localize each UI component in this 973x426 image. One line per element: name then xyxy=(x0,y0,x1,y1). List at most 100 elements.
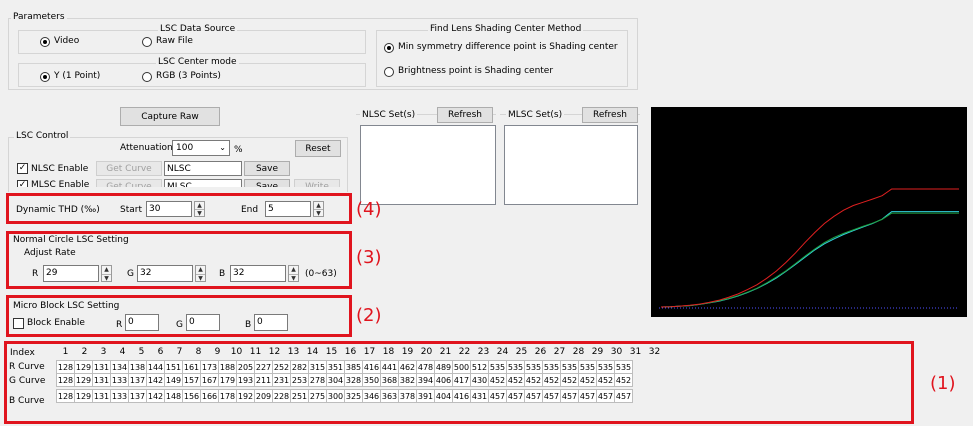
reset-button[interactable]: Reset xyxy=(295,140,341,157)
g-rate-spinner[interactable]: ▲ ▼ xyxy=(195,265,206,282)
nlsc-refresh-button[interactable]: Refresh xyxy=(437,107,493,123)
curve-value-cell[interactable]: 452 xyxy=(578,373,597,387)
micro-b-field[interactable]: 0 xyxy=(254,314,288,331)
nlsc-get-curve-button[interactable]: Get Curve xyxy=(96,161,162,176)
micro-r-field[interactable]: 0 xyxy=(125,314,159,331)
curve-value-cell[interactable]: 500 xyxy=(452,360,471,374)
nlsc-enable-checkbox[interactable]: ✓ xyxy=(17,163,28,174)
micro-g-field[interactable]: 0 xyxy=(186,314,220,331)
curve-value-cell[interactable]: 391 xyxy=(416,389,435,403)
curve-value-cell[interactable]: 149 xyxy=(164,373,183,387)
mlsc-save-button[interactable]: Save xyxy=(244,179,290,187)
curve-value-cell[interactable]: 535 xyxy=(578,360,597,374)
curve-value-cell[interactable]: 535 xyxy=(614,360,633,374)
curve-value-cell[interactable]: 385 xyxy=(344,360,363,374)
curve-value-cell[interactable]: 131 xyxy=(92,373,111,387)
b-rate-spinner[interactable]: ▲ ▼ xyxy=(288,265,299,282)
curve-value-cell[interactable]: 133 xyxy=(110,389,129,403)
raw-file-radio[interactable] xyxy=(142,37,152,47)
video-radio[interactable] xyxy=(40,37,50,47)
curve-value-cell[interactable]: 417 xyxy=(452,373,471,387)
curve-value-cell[interactable]: 452 xyxy=(488,373,507,387)
b-rate-field[interactable]: 32 xyxy=(230,265,286,282)
end-field[interactable]: 5 xyxy=(265,201,311,217)
curve-value-cell[interactable]: 430 xyxy=(470,373,489,387)
curve-value-cell[interactable]: 193 xyxy=(236,373,255,387)
capture-raw-button[interactable]: Capture Raw xyxy=(120,107,220,126)
mlsc-get-curve-button[interactable]: Get Curve xyxy=(96,179,162,187)
curve-value-cell[interactable]: 431 xyxy=(470,389,489,403)
curve-value-cell[interactable]: 441 xyxy=(380,360,399,374)
curve-value-cell[interactable]: 325 xyxy=(344,389,363,403)
curve-value-cell[interactable]: 227 xyxy=(254,360,273,374)
curve-value-cell[interactable]: 278 xyxy=(308,373,327,387)
curve-value-cell[interactable]: 457 xyxy=(596,389,615,403)
min-symmetry-radio[interactable] xyxy=(384,43,394,53)
r-rate-field[interactable]: 29 xyxy=(43,265,99,282)
curve-value-cell[interactable]: 394 xyxy=(416,373,435,387)
curve-value-cell[interactable]: 378 xyxy=(398,389,417,403)
start-spinner[interactable]: ▲ ▼ xyxy=(194,201,205,217)
curve-value-cell[interactable]: 535 xyxy=(596,360,615,374)
curve-value-cell[interactable]: 166 xyxy=(200,389,219,403)
curve-value-cell[interactable]: 137 xyxy=(128,373,147,387)
curve-value-cell[interactable]: 452 xyxy=(524,373,543,387)
nlsc-set-list[interactable] xyxy=(360,125,496,205)
curve-value-cell[interactable]: 457 xyxy=(506,389,525,403)
curve-value-cell[interactable]: 211 xyxy=(254,373,273,387)
curve-value-cell[interactable]: 231 xyxy=(272,373,291,387)
curve-value-cell[interactable]: 228 xyxy=(272,389,291,403)
r-rate-spinner[interactable]: ▲ ▼ xyxy=(101,265,112,282)
curve-value-cell[interactable]: 457 xyxy=(614,389,633,403)
curve-value-cell[interactable]: 535 xyxy=(542,360,561,374)
curve-value-cell[interactable]: 138 xyxy=(128,360,147,374)
curve-value-cell[interactable]: 457 xyxy=(578,389,597,403)
curve-value-cell[interactable]: 156 xyxy=(182,389,201,403)
curve-value-cell[interactable]: 128 xyxy=(56,373,75,387)
curve-value-cell[interactable]: 350 xyxy=(362,373,381,387)
curve-value-cell[interactable]: 363 xyxy=(380,389,399,403)
nlsc-name-field[interactable]: NLSC xyxy=(164,161,242,176)
curve-value-cell[interactable]: 452 xyxy=(614,373,633,387)
nlsc-save-button[interactable]: Save xyxy=(244,161,290,176)
curve-value-cell[interactable]: 328 xyxy=(344,373,363,387)
curve-value-cell[interactable]: 457 xyxy=(560,389,579,403)
curve-value-cell[interactable]: 535 xyxy=(506,360,525,374)
curve-value-cell[interactable]: 457 xyxy=(542,389,561,403)
curve-value-cell[interactable]: 457 xyxy=(488,389,507,403)
curve-value-cell[interactable]: 452 xyxy=(506,373,525,387)
mlsc-set-list[interactable] xyxy=(504,125,638,205)
g-rate-field[interactable]: 32 xyxy=(137,265,193,282)
curve-value-cell[interactable]: 478 xyxy=(416,360,435,374)
curve-value-cell[interactable]: 129 xyxy=(74,373,93,387)
curve-value-cell[interactable]: 129 xyxy=(74,389,93,403)
curve-value-cell[interactable]: 209 xyxy=(254,389,273,403)
curve-value-cell[interactable]: 131 xyxy=(92,360,111,374)
curve-value-cell[interactable]: 416 xyxy=(452,389,471,403)
curve-value-cell[interactable]: 161 xyxy=(182,360,201,374)
curve-value-cell[interactable]: 416 xyxy=(362,360,381,374)
curve-value-cell[interactable]: 535 xyxy=(560,360,579,374)
curve-value-cell[interactable]: 178 xyxy=(218,389,237,403)
attenuation-select[interactable]: 100 ⌄ xyxy=(172,140,230,156)
curve-value-cell[interactable]: 512 xyxy=(470,360,489,374)
curve-value-cell[interactable]: 404 xyxy=(434,389,453,403)
curve-value-cell[interactable]: 462 xyxy=(398,360,417,374)
curve-value-cell[interactable]: 134 xyxy=(110,360,129,374)
curve-value-cell[interactable]: 489 xyxy=(434,360,453,374)
curve-value-cell[interactable]: 351 xyxy=(326,360,345,374)
curve-value-cell[interactable]: 144 xyxy=(146,360,165,374)
end-spinner[interactable]: ▲ ▼ xyxy=(313,201,324,217)
write-button[interactable]: Write xyxy=(294,179,340,187)
curve-value-cell[interactable]: 275 xyxy=(308,389,327,403)
curve-value-cell[interactable]: 252 xyxy=(272,360,291,374)
block-enable-checkbox[interactable] xyxy=(13,318,24,329)
curve-value-cell[interactable]: 382 xyxy=(398,373,417,387)
curve-value-cell[interactable]: 452 xyxy=(596,373,615,387)
mlsc-name-field[interactable]: MLSC xyxy=(164,179,242,187)
curve-value-cell[interactable]: 179 xyxy=(218,373,237,387)
curve-value-cell[interactable]: 128 xyxy=(56,360,75,374)
start-field[interactable]: 30 xyxy=(146,201,192,217)
curve-value-cell[interactable]: 131 xyxy=(92,389,111,403)
curve-value-cell[interactable]: 535 xyxy=(524,360,543,374)
